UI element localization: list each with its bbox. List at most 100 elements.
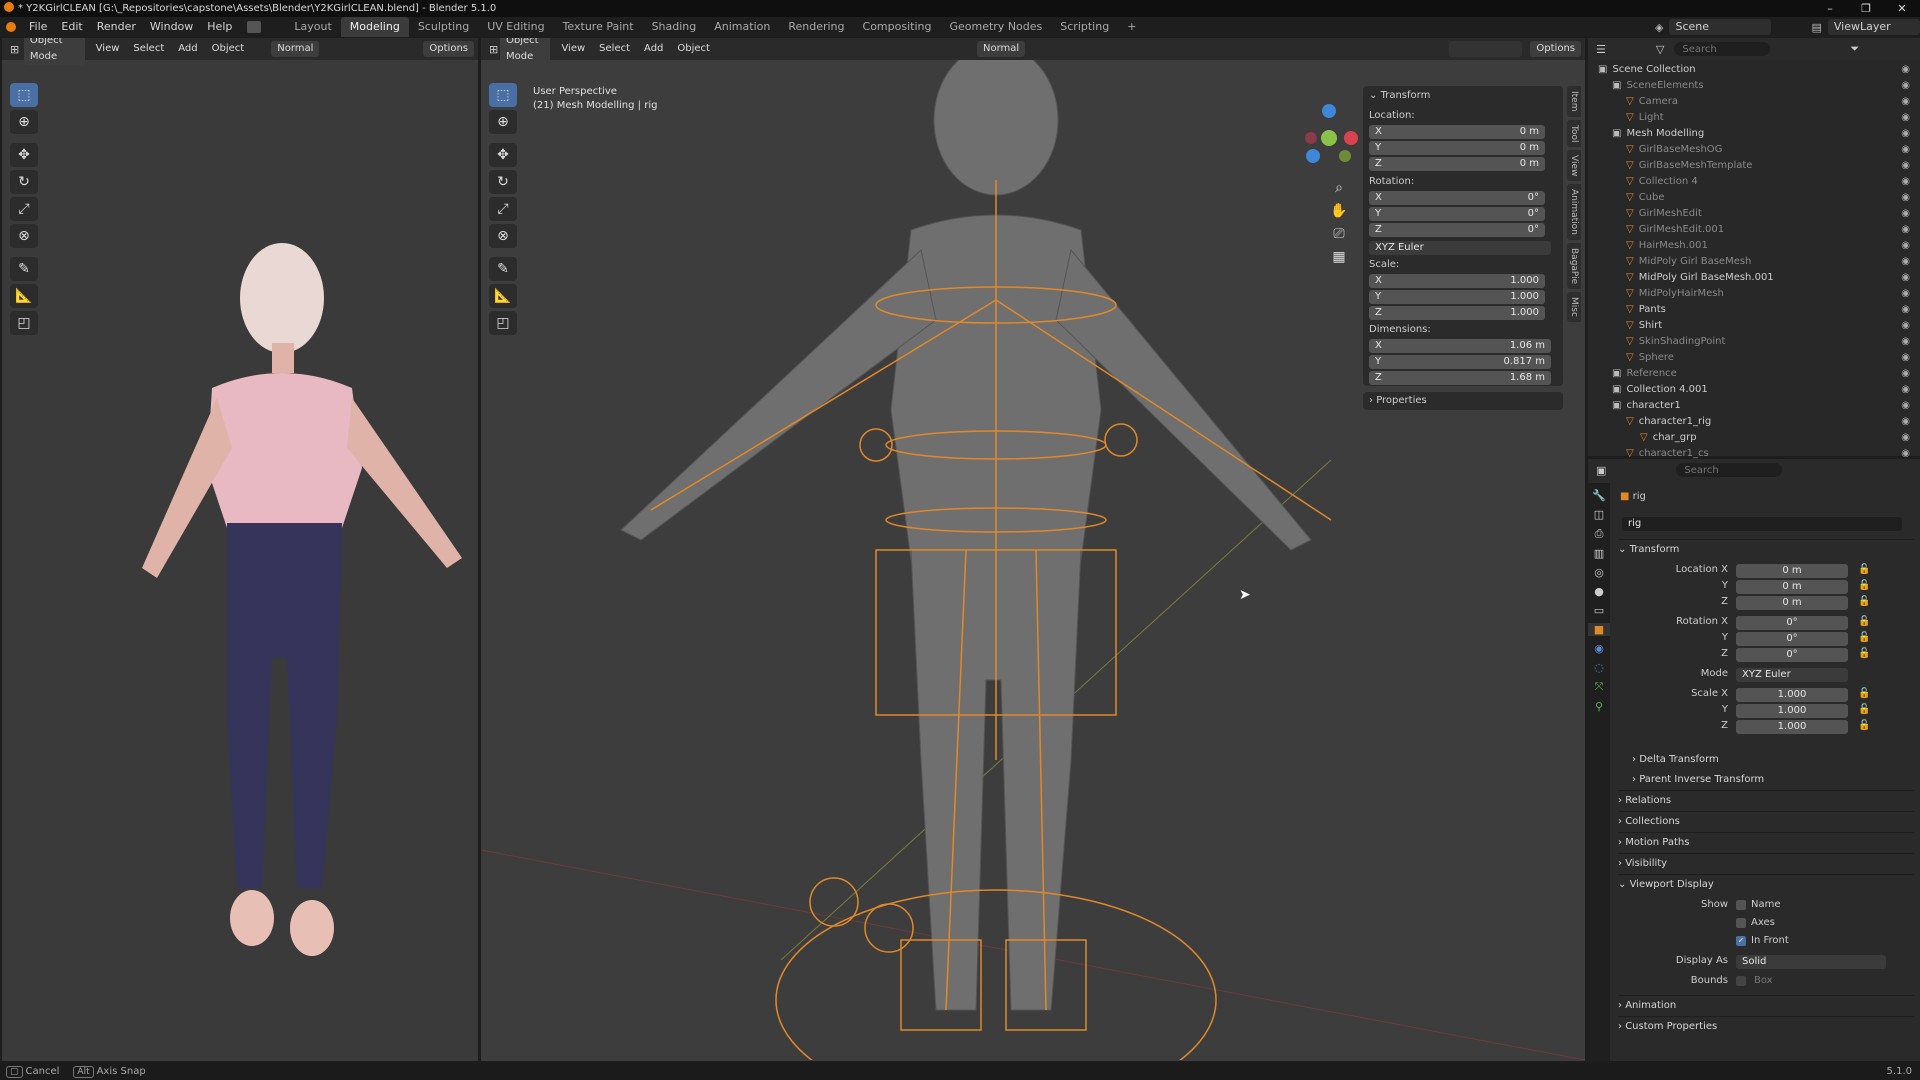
viewport-display-section[interactable]: ⌄ Viewport Display bbox=[1618, 874, 1914, 895]
animation-section[interactable]: › Animation bbox=[1618, 995, 1914, 1016]
lock-icon[interactable]: 🔓 bbox=[1858, 596, 1870, 607]
visibility-eye-icon[interactable]: ◉ bbox=[1901, 110, 1910, 126]
blender-menu-icon[interactable] bbox=[6, 22, 16, 32]
parent-inverse-section[interactable]: › Parent Inverse Transform bbox=[1618, 770, 1914, 790]
scale-x-field[interactable]: 1.000 bbox=[1736, 688, 1848, 702]
outliner-row[interactable]: ▽ GirlBaseMeshOG ◉ bbox=[1588, 142, 1920, 158]
dimensions-z-field[interactable]: Z 1.68 m bbox=[1369, 371, 1551, 385]
zoom-icon[interactable]: ⌕ bbox=[1329, 178, 1349, 198]
visibility-eye-icon[interactable]: ◉ bbox=[1901, 190, 1910, 206]
bounds-checkbox[interactable]: Box bbox=[1736, 975, 1773, 986]
filter-mode-icon[interactable]: ▽ bbox=[1656, 43, 1664, 56]
outliner-row[interactable]: ▽ char_grp ◉ bbox=[1588, 430, 1920, 446]
tab-compositing[interactable]: Compositing bbox=[854, 17, 941, 37]
visibility-eye-icon[interactable]: ◉ bbox=[1901, 126, 1910, 142]
rotation-x-field[interactable]: 0° bbox=[1736, 616, 1848, 630]
rotation-z-field[interactable]: Z 0° bbox=[1369, 223, 1545, 237]
visibility-eye-icon[interactable]: ◉ bbox=[1901, 286, 1910, 302]
visibility-eye-icon[interactable]: ◉ bbox=[1901, 334, 1910, 350]
visibility-eye-icon[interactable]: ◉ bbox=[1901, 158, 1910, 174]
rotation-y-field[interactable]: 0° bbox=[1736, 632, 1848, 646]
outliner-row[interactable]: ▽ Light ◉ bbox=[1588, 110, 1920, 126]
dimensions-x-field[interactable]: X 1.06 m bbox=[1369, 339, 1551, 353]
menu-add[interactable]: Add bbox=[171, 38, 204, 60]
outliner-row[interactable]: ▽ MidPoly Girl BaseMesh ◉ bbox=[1588, 254, 1920, 270]
tab-uv-editing[interactable]: UV Editing bbox=[478, 17, 553, 37]
lock-icon[interactable]: 🔓 bbox=[1858, 564, 1870, 575]
outliner-search-input[interactable] bbox=[1674, 42, 1771, 56]
scale-z-field[interactable]: Z 1.000 bbox=[1369, 306, 1545, 320]
scale-y-field[interactable]: Y 1.000 bbox=[1369, 290, 1545, 304]
menu-object[interactable]: Object bbox=[205, 38, 252, 60]
options-dropdown[interactable]: Options bbox=[423, 41, 474, 57]
outliner-row[interactable]: ▽ SkinShadingPoint ◉ bbox=[1588, 334, 1920, 350]
location-x-field[interactable]: 0 m bbox=[1736, 564, 1848, 578]
shading-buttons[interactable] bbox=[1449, 41, 1523, 57]
visibility-eye-icon[interactable]: ◉ bbox=[1901, 222, 1910, 238]
tab-sculpting[interactable]: Sculpting bbox=[409, 17, 478, 37]
move-icon[interactable]: ✥ bbox=[10, 143, 38, 167]
location-z-field[interactable]: Z0 m bbox=[1369, 157, 1545, 171]
outliner-row[interactable]: ▽ Sphere ◉ bbox=[1588, 350, 1920, 366]
select-box-icon[interactable]: ⬚ bbox=[10, 83, 38, 107]
visibility-eye-icon[interactable]: ◉ bbox=[1901, 398, 1910, 414]
outliner-row[interactable]: ▽ Camera ◉ bbox=[1588, 94, 1920, 110]
visibility-eye-icon[interactable]: ◉ bbox=[1901, 382, 1910, 398]
show-axes-checkbox[interactable]: Axes bbox=[1736, 917, 1775, 928]
outliner-row[interactable]: ▽ HairMesh.001 ◉ bbox=[1588, 238, 1920, 254]
orientation-dropdown[interactable]: Normal bbox=[976, 41, 1026, 57]
relations-section[interactable]: › Relations bbox=[1618, 790, 1914, 811]
rotate-icon[interactable]: ↻ bbox=[10, 170, 38, 194]
left-viewport[interactable]: ⊞ Object Mode View Select Add Object Nor… bbox=[2, 38, 478, 1061]
scale-z-field[interactable]: 1.000 bbox=[1736, 720, 1848, 734]
camera-view-icon[interactable]: ⎚ bbox=[1329, 224, 1349, 244]
layout-icon[interactable] bbox=[247, 21, 262, 33]
scene-selector[interactable]: Scene bbox=[1669, 19, 1772, 35]
visibility-eye-icon[interactable]: ◉ bbox=[1901, 302, 1910, 318]
lock-icon[interactable]: 🔓 bbox=[1858, 580, 1870, 591]
menu-render[interactable]: Render bbox=[90, 17, 143, 37]
visibility-eye-icon[interactable]: ◉ bbox=[1901, 206, 1910, 222]
menu-add[interactable]: Add bbox=[637, 38, 670, 60]
tab-animation[interactable]: Animation bbox=[705, 17, 779, 37]
visibility-eye-icon[interactable]: ◉ bbox=[1901, 174, 1910, 190]
rotation-z-field[interactable]: 0° bbox=[1736, 648, 1848, 662]
lock-icon[interactable]: 🔓 bbox=[1858, 616, 1870, 627]
transform-section[interactable]: ⌄ Transform bbox=[1618, 539, 1914, 560]
view-layer-selector[interactable]: ViewLayer bbox=[1827, 19, 1920, 35]
constraints-tab-icon[interactable]: ⤧ bbox=[1588, 680, 1610, 694]
lock-icon[interactable]: 🔓 bbox=[1858, 720, 1870, 731]
tab-geometry-nodes[interactable]: Geometry Nodes bbox=[940, 17, 1051, 37]
properties-search-input[interactable] bbox=[1676, 463, 1783, 477]
tab-layout[interactable]: Layout bbox=[285, 17, 340, 37]
location-y-field[interactable]: Y0 m bbox=[1369, 141, 1545, 155]
menu-view[interactable]: View bbox=[89, 38, 127, 60]
outliner-row[interactable]: ▽ Cube ◉ bbox=[1588, 190, 1920, 206]
display-as-dropdown[interactable]: Solid bbox=[1736, 955, 1886, 969]
tab-misc[interactable]: Misc bbox=[1567, 292, 1581, 323]
collections-section[interactable]: › Collections bbox=[1618, 811, 1914, 832]
tab-tool[interactable]: Tool bbox=[1567, 119, 1581, 147]
outliner-row[interactable]: ▣ Scene Collection ◉ bbox=[1588, 62, 1920, 78]
properties-type-icon[interactable]: ▣ bbox=[1596, 464, 1606, 477]
visibility-eye-icon[interactable]: ◉ bbox=[1901, 430, 1910, 446]
lock-icon[interactable]: 🔓 bbox=[1858, 688, 1870, 699]
outliner-row[interactable]: ▽ MidPoly Girl BaseMesh.001 ◉ bbox=[1588, 270, 1920, 286]
outliner-row[interactable]: ▽ character1_rig ◉ bbox=[1588, 414, 1920, 430]
tab-scripting[interactable]: Scripting bbox=[1051, 17, 1118, 37]
collection-tab-icon[interactable]: ▭ bbox=[1588, 604, 1610, 617]
options-dropdown[interactable]: Options bbox=[1530, 41, 1581, 57]
rotation-x-field[interactable]: X 0° bbox=[1369, 191, 1545, 205]
outliner-row[interactable]: ▽ Pants ◉ bbox=[1588, 302, 1920, 318]
menu-help[interactable]: Help bbox=[200, 17, 239, 37]
delta-transform-section[interactable]: › Delta Transform bbox=[1618, 750, 1914, 770]
menu-window[interactable]: Window bbox=[143, 17, 200, 37]
properties-subpanel[interactable]: › Properties bbox=[1363, 392, 1563, 410]
show-name-checkbox[interactable]: Name bbox=[1736, 899, 1781, 910]
visibility-section[interactable]: › Visibility bbox=[1618, 853, 1914, 874]
render-tab-icon[interactable]: ◫ bbox=[1588, 508, 1610, 521]
visibility-eye-icon[interactable]: ◉ bbox=[1901, 414, 1910, 430]
tab-rendering[interactable]: Rendering bbox=[779, 17, 853, 37]
filter-icon[interactable]: ⏷ bbox=[1850, 42, 1859, 56]
output-tab-icon[interactable]: ⎙ bbox=[1588, 527, 1610, 541]
